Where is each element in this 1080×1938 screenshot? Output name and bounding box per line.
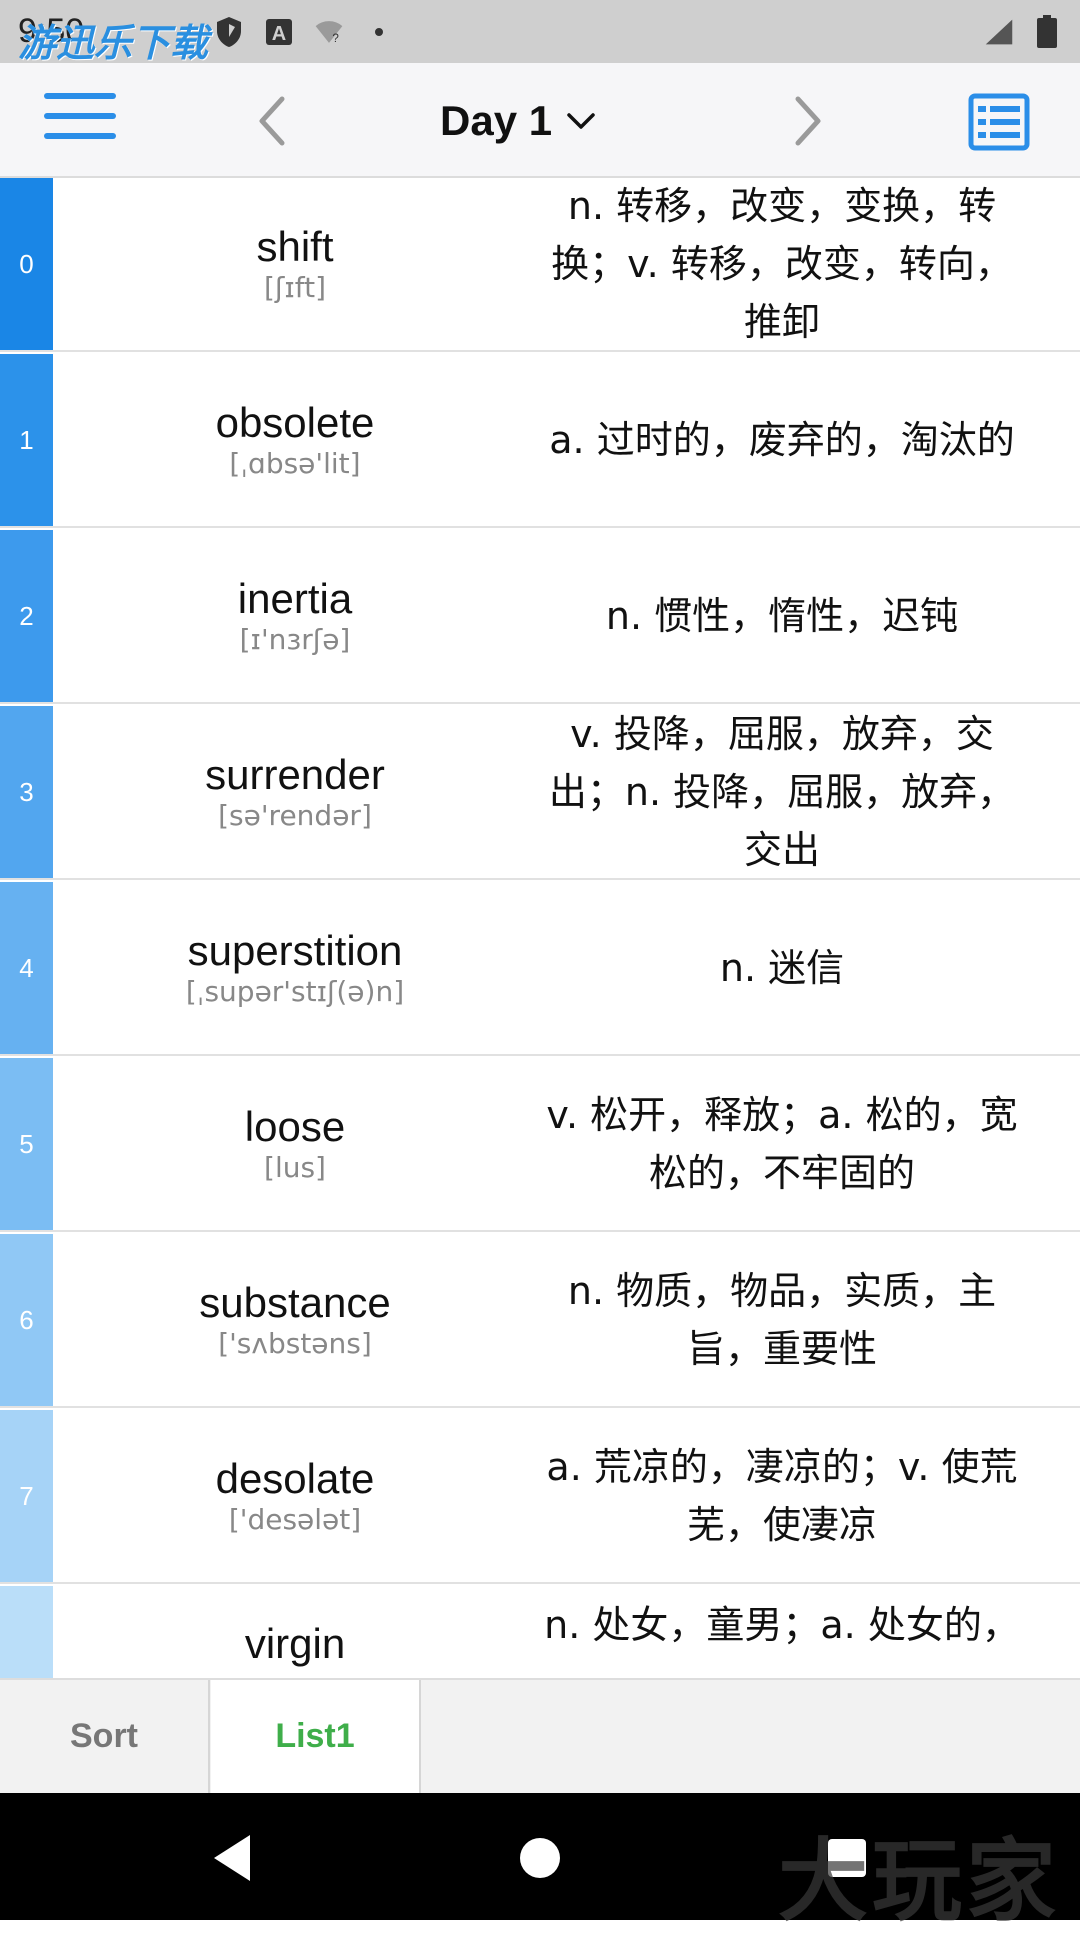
definition-text: n. 迷信 — [719, 946, 845, 990]
definition-cell: a. 荒凉的，凄凉的；v. 使荒芜，使凄凉 — [537, 1410, 1027, 1582]
index-badge: 0 — [0, 178, 53, 350]
list-icon — [968, 93, 1030, 151]
list-item[interactable]: 7 desolate ['desələt] a. 荒凉的，凄凉的；v. 使荒芜，… — [0, 1410, 1080, 1584]
index-badge: 1 — [0, 354, 53, 526]
definition-cell: v. 投降，屈服，放弃，交出；n. 投降，屈服，放弃，交出 — [537, 706, 1027, 878]
index-badge: 6 — [0, 1234, 53, 1406]
index-badge: 3 — [0, 706, 53, 878]
list-item[interactable]: 5 loose [lus] v. 松开，释放；a. 松的，宽松的，不牢固的 — [0, 1058, 1080, 1232]
tab-list1[interactable]: List1 — [211, 1680, 421, 1793]
svg-text:?: ? — [333, 32, 340, 45]
chevron-left-icon — [259, 96, 285, 146]
definition-text: n. 惯性，惰性，迟钝 — [605, 594, 959, 638]
word-cell: loose [lus] — [53, 1058, 537, 1230]
list-item[interactable]: 4 superstition [ˌsupər'stɪʃ(ə)n] n. 迷信 — [0, 882, 1080, 1056]
app-bar: Day 1 — [0, 63, 1080, 178]
definition-cell: n. 物质，物品，实质，主旨，重要性 — [537, 1234, 1027, 1406]
back-triangle-icon — [214, 1835, 250, 1881]
list-item[interactable]: 1 obsolete [ˌɑbsə'lit] a. 过时的，废弃的，淘汰的 — [0, 354, 1080, 528]
status-right — [984, 14, 1062, 48]
index-badge: 4 — [0, 882, 53, 1054]
phonetic-text: [lus] — [264, 1151, 326, 1184]
page-title: Day 1 — [440, 97, 553, 144]
back-button[interactable] — [200, 1823, 270, 1893]
word-text: loose — [244, 1103, 346, 1150]
word-text: superstition — [187, 927, 403, 974]
dot-icon — [364, 17, 394, 47]
definition-cell: v. 松开，释放；a. 松的，宽松的，不牢固的 — [537, 1058, 1027, 1230]
home-circle-icon — [520, 1838, 560, 1878]
word-text: shift — [256, 223, 334, 270]
phonetic-text: [sə'rendər] — [218, 799, 372, 832]
status-bar: 9:50 A ? 游迅乐下载 — [0, 0, 1080, 65]
menu-button[interactable] — [40, 93, 120, 153]
watermark-bottom: 大玩家 — [778, 1828, 1060, 1934]
list-item[interactable]: 3 surrender [sə'rendər] v. 投降，屈服，放弃，交出；n… — [0, 706, 1080, 880]
tab-sort[interactable]: Sort — [0, 1680, 210, 1793]
list-item[interactable]: 6 substance ['sʌbstəns] n. 物质，物品，实质，主旨，重… — [0, 1234, 1080, 1408]
list-view-button[interactable] — [968, 93, 1030, 151]
list-item[interactable]: 0 shift [ʃɪft] n. 转移，改变，变换，转换；v. 转移，改变，转… — [0, 178, 1080, 352]
word-cell: shift [ʃɪft] — [53, 178, 537, 350]
watermark-logo: 游迅乐下载 — [18, 23, 209, 65]
word-cell: surrender [sə'rendər] — [53, 706, 537, 878]
word-list[interactable]: 0 shift [ʃɪft] n. 转移，改变，变换，转换；v. 转移，改变，转… — [0, 178, 1080, 1678]
index-badge: 2 — [0, 530, 53, 702]
menu-icon — [44, 93, 116, 99]
definition-cell: a. 过时的，废弃的，淘汰的 — [537, 354, 1027, 526]
list-item[interactable]: 8 virgin n. 处女，童男；a. 处女的， — [0, 1586, 1080, 1678]
word-text: substance — [199, 1279, 391, 1326]
word-cell: substance ['sʌbstəns] — [53, 1234, 537, 1406]
phonetic-text: ['sʌbstəns] — [218, 1327, 372, 1360]
word-cell: desolate ['desələt] — [53, 1410, 537, 1582]
index-badge: 8 — [0, 1586, 53, 1678]
chevron-down-icon — [567, 113, 595, 129]
home-button[interactable] — [505, 1823, 575, 1893]
index-badge: 5 — [0, 1058, 53, 1230]
index-badge: 7 — [0, 1410, 53, 1582]
word-cell: virgin — [53, 1586, 537, 1678]
phonetic-text: [ˌɑbsə'lit] — [229, 447, 361, 480]
definition-text: a. 过时的，废弃的，淘汰的 — [549, 418, 1015, 462]
definition-text: n. 转移，改变，变换，转换；v. 转移，改变，转向，推卸 — [551, 184, 1013, 344]
definition-text: n. 处女，童男；a. 处女的， — [544, 1603, 1020, 1647]
word-cell: superstition [ˌsupər'stɪʃ(ə)n] — [53, 882, 537, 1054]
phonetic-text: [ˌsupər'stɪʃ(ə)n] — [185, 975, 405, 1008]
definition-cell: n. 处女，童男；a. 处女的， — [537, 1586, 1027, 1678]
svg-text:A: A — [272, 23, 286, 45]
wifi-question-icon: ? — [314, 17, 344, 47]
definition-text: v. 投降，屈服，放弃，交出；n. 投降，屈服，放弃，交出 — [548, 712, 1016, 872]
phonetic-text: [ɪ'nɜrʃə] — [239, 623, 351, 656]
shield-icon — [214, 16, 244, 47]
system-nav-bar: 大玩家 — [0, 1793, 1080, 1934]
word-cell: inertia [ɪ'nɜrʃə] — [53, 530, 537, 702]
battery-icon — [1032, 14, 1062, 48]
menu-icon-line — [44, 133, 116, 139]
word-text: desolate — [215, 1455, 375, 1502]
signal-icon — [984, 17, 1014, 47]
word-text: obsolete — [215, 399, 375, 446]
font-a-icon: A — [264, 17, 294, 47]
word-text: virgin — [244, 1620, 346, 1667]
definition-text: v. 松开，释放；a. 松的，宽松的，不牢固的 — [546, 1093, 1018, 1195]
previous-day-button[interactable] — [248, 91, 298, 151]
menu-icon-line — [44, 113, 116, 119]
phonetic-text: ['desələt] — [228, 1503, 362, 1536]
chevron-right-icon — [795, 96, 821, 146]
definition-cell: n. 迷信 — [537, 882, 1027, 1054]
definition-text: a. 荒凉的，凄凉的；v. 使荒芜，使凄凉 — [546, 1445, 1018, 1547]
definition-cell: n. 转移，改变，变换，转换；v. 转移，改变，转向，推卸 — [537, 178, 1027, 350]
day-selector[interactable]: Day 1 — [440, 91, 596, 151]
definition-cell: n. 惯性，惰性，迟钝 — [537, 530, 1027, 702]
phonetic-text: [ʃɪft] — [263, 271, 326, 304]
bottom-tab-bar: Sort List1 — [0, 1678, 1080, 1793]
next-day-button[interactable] — [782, 91, 832, 151]
list-item[interactable]: 2 inertia [ɪ'nɜrʃə] n. 惯性，惰性，迟钝 — [0, 530, 1080, 704]
word-text: inertia — [237, 575, 353, 622]
definition-text: n. 物质，物品，实质，主旨，重要性 — [567, 1269, 997, 1371]
word-cell: obsolete [ˌɑbsə'lit] — [53, 354, 537, 526]
word-text: surrender — [205, 751, 385, 798]
